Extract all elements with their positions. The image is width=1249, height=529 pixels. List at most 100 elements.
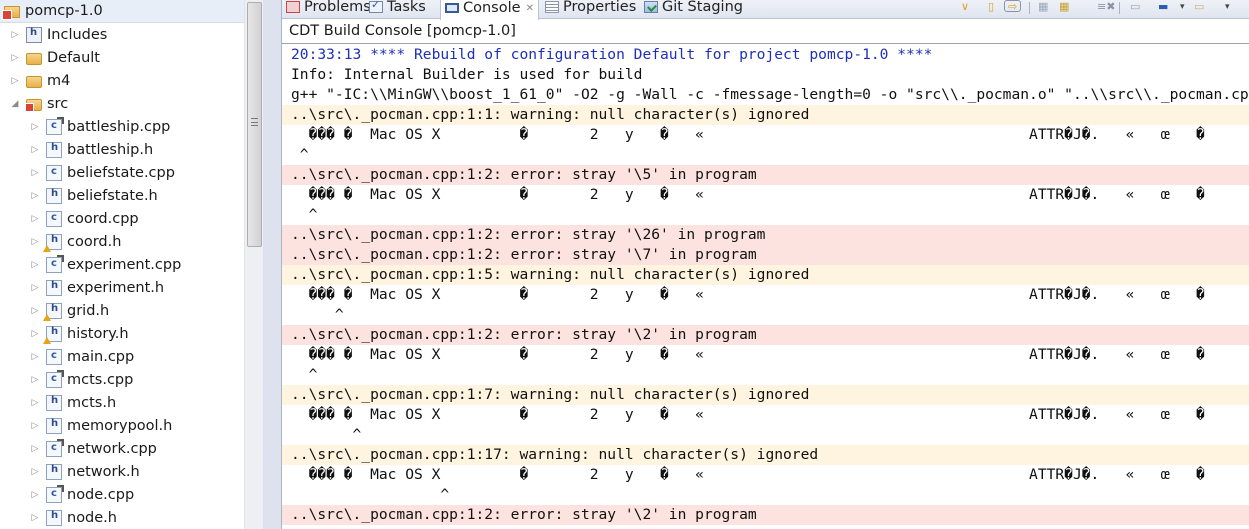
open-console-icon[interactable]: ▬ [1158,1,1168,13]
explorer-scrollbar[interactable] [244,0,263,529]
console-title: CDT Build Console [pomcp-1.0] [289,23,516,39]
tab-problems[interactable]: Problems [286,0,371,18]
scrollbar-thumb[interactable] [247,2,262,247]
tree-item[interactable]: ▷ network.cpp [0,437,157,460]
cpp-file-modified-icon [46,369,64,388]
tab-tasks[interactable]: Tasks [369,0,426,18]
c-project-icon [2,6,20,20]
collapsed-arrow-icon[interactable]: ▷ [30,306,40,316]
tree-item-label: m4 [47,72,71,89]
console-line-plain: g++ "-IC:\\MinGW\\boost_1_61_0" -O2 -g -… [291,86,1249,103]
cpp-file-modified-icon [46,484,64,503]
console-line-plain: ��� � Mac OS X � 2 y � « ATTR�J�. « œ � [291,186,1205,203]
tree-item[interactable]: ▷ beliefstate.h [0,184,158,207]
tree-item[interactable]: ▷ Default [0,46,100,69]
tree-item[interactable]: ▷ coord.h [0,230,121,253]
tree-item-label: grid.h [67,302,110,319]
tree-item[interactable]: ▷ node.cpp [0,483,134,506]
header-file-warning-icon [43,233,62,252]
tree-item-project[interactable]: pomcp-1.0 [0,0,244,23]
collapsed-arrow-icon[interactable]: ▷ [30,513,40,523]
scroll-lock-icon[interactable]: ▦ [1038,1,1048,13]
header-file-warning-icon [43,302,62,321]
collapsed-arrow-icon[interactable]: ▷ [30,398,40,408]
eclipse-window: pomcp-1.0 ▷ Includes ▷ Default ▷ m4 ◢ src ▷ battl… [0,0,1249,529]
display-selected-console-icon[interactable]: ▭ [1130,1,1140,13]
tree-item[interactable]: ▷ network.h [0,460,140,483]
collapsed-arrow-icon[interactable]: ▷ [30,214,40,224]
view-menu-icon[interactable]: ▾ [1225,1,1230,13]
collapsed-arrow-icon[interactable]: ▷ [30,191,40,201]
collapsed-arrow-icon[interactable]: ▷ [30,329,40,339]
collapsed-arrow-icon[interactable]: ▷ [30,375,40,385]
collapsed-arrow-icon[interactable]: ▷ [10,30,20,40]
cpp-file-icon [46,348,62,365]
collapsed-arrow-icon[interactable]: ▷ [30,352,40,362]
tree-item-label: coord.cpp [67,210,139,227]
cpp-file-modified-icon [46,438,64,457]
tree-item[interactable]: ▷ node.h [0,506,117,529]
collapsed-arrow-icon[interactable]: ▷ [30,260,40,270]
console-icon [445,3,459,13]
tab-console[interactable]: Console ✕ [440,0,539,20]
new-console-view-icon[interactable]: ▭ [1194,1,1204,13]
tree-item[interactable]: ▷ memorypool.h [0,414,172,437]
tasks-icon [369,0,383,13]
tree-item-label: battleship.cpp [67,118,171,135]
console-line-plain: ^ [291,426,362,443]
tree-item-label: beliefstate.cpp [67,164,175,181]
folder-icon [26,75,42,88]
clear-console-icon[interactable]: ≡✖ [1097,1,1115,13]
collapsed-arrow-icon[interactable]: ▷ [30,237,40,247]
collapsed-arrow-icon[interactable]: ▷ [30,168,40,178]
tree-item-label: network.cpp [67,440,157,457]
tree-item[interactable]: ▷ experiment.h [0,276,164,299]
tree-item[interactable]: ▷ beliefstate.cpp [0,161,175,184]
open-console-dropdown-icon[interactable]: ▾ [1180,1,1185,13]
tree-item[interactable]: ▷ m4 [0,69,71,92]
tree-item[interactable]: ▷ mcts.cpp [0,368,133,391]
console-line-error: ..\src\._pocman.cpp:1:2: error: stray '\… [282,245,1249,265]
collapsed-arrow-icon[interactable]: ▷ [30,283,40,293]
tree-item-label: experiment.h [67,279,165,296]
console-line-plain: ��� � Mac OS X � 2 y � « ATTR�J�. « œ � [291,466,1205,483]
console-line-plain: Info: Internal Builder is used for build [291,66,643,83]
tree-item[interactable]: ▷ Includes [0,23,107,46]
tree-item[interactable]: ▷ coord.cpp [0,207,139,230]
tree-item-label: memorypool.h [67,417,173,434]
tree-item[interactable]: ▷ battleship.h [0,138,153,161]
collapsed-arrow-icon[interactable]: ▷ [30,444,40,454]
collapsed-arrow-icon[interactable]: ▷ [10,53,20,63]
tree-item[interactable]: ▷ history.h [0,322,129,345]
collapsed-arrow-icon[interactable]: ▷ [30,490,40,500]
collapsed-arrow-icon[interactable]: ▷ [30,467,40,477]
tree-item[interactable]: ▷ battleship.cpp [0,115,170,138]
tree-item[interactable]: ▷ grid.h [0,299,109,322]
tab-properties[interactable]: Properties [545,0,636,18]
minimize-chevron-icon[interactable]: ∨ [961,1,969,13]
header-file-icon [46,394,62,411]
close-icon[interactable]: ✕ [526,3,534,14]
collapsed-arrow-icon[interactable]: ▷ [10,76,20,86]
tab-git-staging[interactable]: Git Staging [644,0,743,18]
header-file-icon [46,509,62,526]
includes-icon [26,26,42,43]
terminate-icon[interactable]: ▯ [988,1,994,13]
tree-item[interactable]: ▷ main.cpp [0,345,134,368]
collapsed-arrow-icon[interactable]: ▷ [30,421,40,431]
collapsed-arrow-icon[interactable]: ▷ [30,122,40,132]
pin-console-icon[interactable]: ▦ [1059,1,1069,13]
tree-item[interactable]: ▷ experiment.cpp [0,253,181,276]
tree-item[interactable]: ▷ mcts.h [0,391,116,414]
remove-launch-icon[interactable]: ⇨ [1004,0,1022,13]
tree-item-label: experiment.cpp [67,256,182,273]
console-output[interactable]: 20:33:13 **** Rebuild of configuration D… [282,44,1249,529]
console-line-warning: ..\src\._pocman.cpp:1:7: warning: null c… [282,385,1249,405]
console-line-warning: ..\src\._pocman.cpp:1:17: warning: null … [282,445,1249,465]
panel-sash[interactable] [263,0,281,529]
tree-item-label: mcts.h [67,394,117,411]
tree-item[interactable]: ◢ src [0,92,68,115]
expanded-arrow-icon[interactable]: ◢ [10,99,20,109]
collapsed-arrow-icon[interactable]: ▷ [30,145,40,155]
tab-label: Problems [304,0,371,15]
